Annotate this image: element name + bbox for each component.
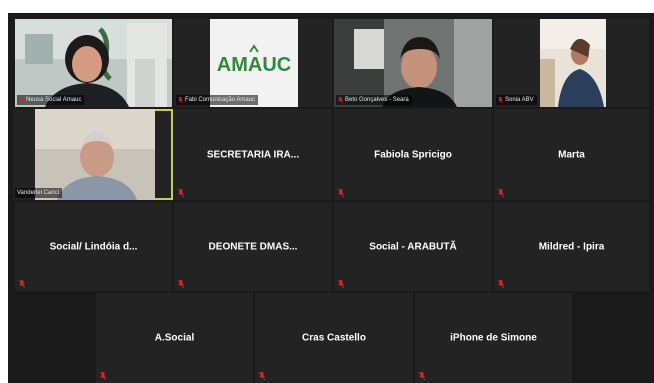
muted-microphone-icon — [419, 372, 425, 380]
svg-text:AMAUC: AMAUC — [217, 54, 291, 76]
participant-name: Sonia ABV — [505, 97, 534, 103]
participant-name-tag: Beto Gonçalves - Seara — [336, 95, 412, 105]
participant-tile[interactable]: Social/ Lindóia d... — [15, 202, 172, 291]
participant-name: Fabiola Spricigo — [374, 149, 452, 160]
participant-tile[interactable]: iPhone de Simone — [415, 293, 572, 383]
participant-name: SECRETARIA IRA... — [206, 149, 300, 160]
participant-name: Mildred - Ipira — [538, 241, 605, 252]
muted-microphone-icon — [498, 189, 504, 197]
participant-name: DEONETE DMAS... — [208, 241, 298, 252]
video-feed — [334, 19, 492, 107]
amauc-logo: AMAUC — [210, 19, 298, 107]
video-feed — [540, 19, 606, 107]
participant-name: iPhone de Simone — [450, 332, 537, 344]
muted-microphone-icon — [178, 189, 184, 197]
participant-name-tag: Fabi Comunicação Amauc — [176, 95, 259, 105]
participant-tile[interactable]: Mildred - Ipira — [494, 202, 649, 291]
muted-microphone-icon — [338, 189, 344, 197]
participant-name: Marta — [558, 149, 585, 160]
participant-name: A.Social — [154, 332, 195, 344]
muted-microphone-icon — [19, 280, 25, 288]
participant-name: Neusa Social Amauc — [26, 97, 82, 103]
video-tile-beto[interactable]: Beto Gonçalves - Seara — [334, 19, 492, 107]
participant-name-tag: Vanderlei Canci — [15, 188, 62, 198]
participant-tile[interactable]: SECRETARIA IRA... — [174, 109, 332, 200]
muted-microphone-icon — [338, 280, 344, 288]
participant-tile[interactable]: Fabiola Spricigo — [334, 109, 492, 200]
muted-microphone-icon — [100, 372, 106, 380]
muted-microphone-icon — [178, 280, 184, 288]
meeting-gallery: Neusa Social Amauc AMAUC Fabi Comunicaçã… — [8, 13, 654, 383]
participant-tile[interactable]: Social - ARABUTÃ — [334, 202, 492, 291]
participant-name: Fabi Comunicação Amauc — [185, 97, 256, 103]
participant-name: Social - ARABUTÃ — [369, 241, 457, 252]
participant-name: Cras Castello — [302, 332, 366, 344]
participant-tile[interactable]: Marta — [494, 109, 649, 200]
video-tile-neusa[interactable]: Neusa Social Amauc — [15, 19, 172, 107]
video-tile-sonia[interactable]: Sonia ABV — [494, 19, 649, 107]
muted-microphone-icon — [178, 97, 183, 103]
participant-tile[interactable]: A.Social — [96, 293, 253, 383]
participant-name-tag: Neusa Social Amauc — [17, 95, 85, 105]
muted-microphone-icon — [259, 372, 265, 380]
muted-microphone-icon — [338, 97, 343, 103]
participant-name: Beto Gonçalves - Seara — [345, 97, 409, 103]
video-tile-fabi[interactable]: AMAUC Fabi Comunicação Amauc — [174, 19, 332, 107]
participant-tile[interactable]: Cras Castello — [255, 293, 413, 383]
muted-microphone-icon — [19, 97, 24, 103]
muted-microphone-icon — [498, 280, 504, 288]
participant-tile[interactable]: DEONETE DMAS... — [174, 202, 332, 291]
participant-name: Vanderlei Canci — [17, 190, 59, 196]
logo-feed: AMAUC — [210, 19, 298, 107]
participant-name: Social/ Lindóia d... — [49, 241, 138, 252]
participant-name-tag: Sonia ABV — [496, 95, 537, 105]
video-feed — [35, 109, 155, 200]
muted-microphone-icon — [498, 97, 503, 103]
video-feed — [15, 19, 172, 107]
video-tile-vanderlei[interactable]: Vanderlei Canci — [13, 109, 173, 200]
